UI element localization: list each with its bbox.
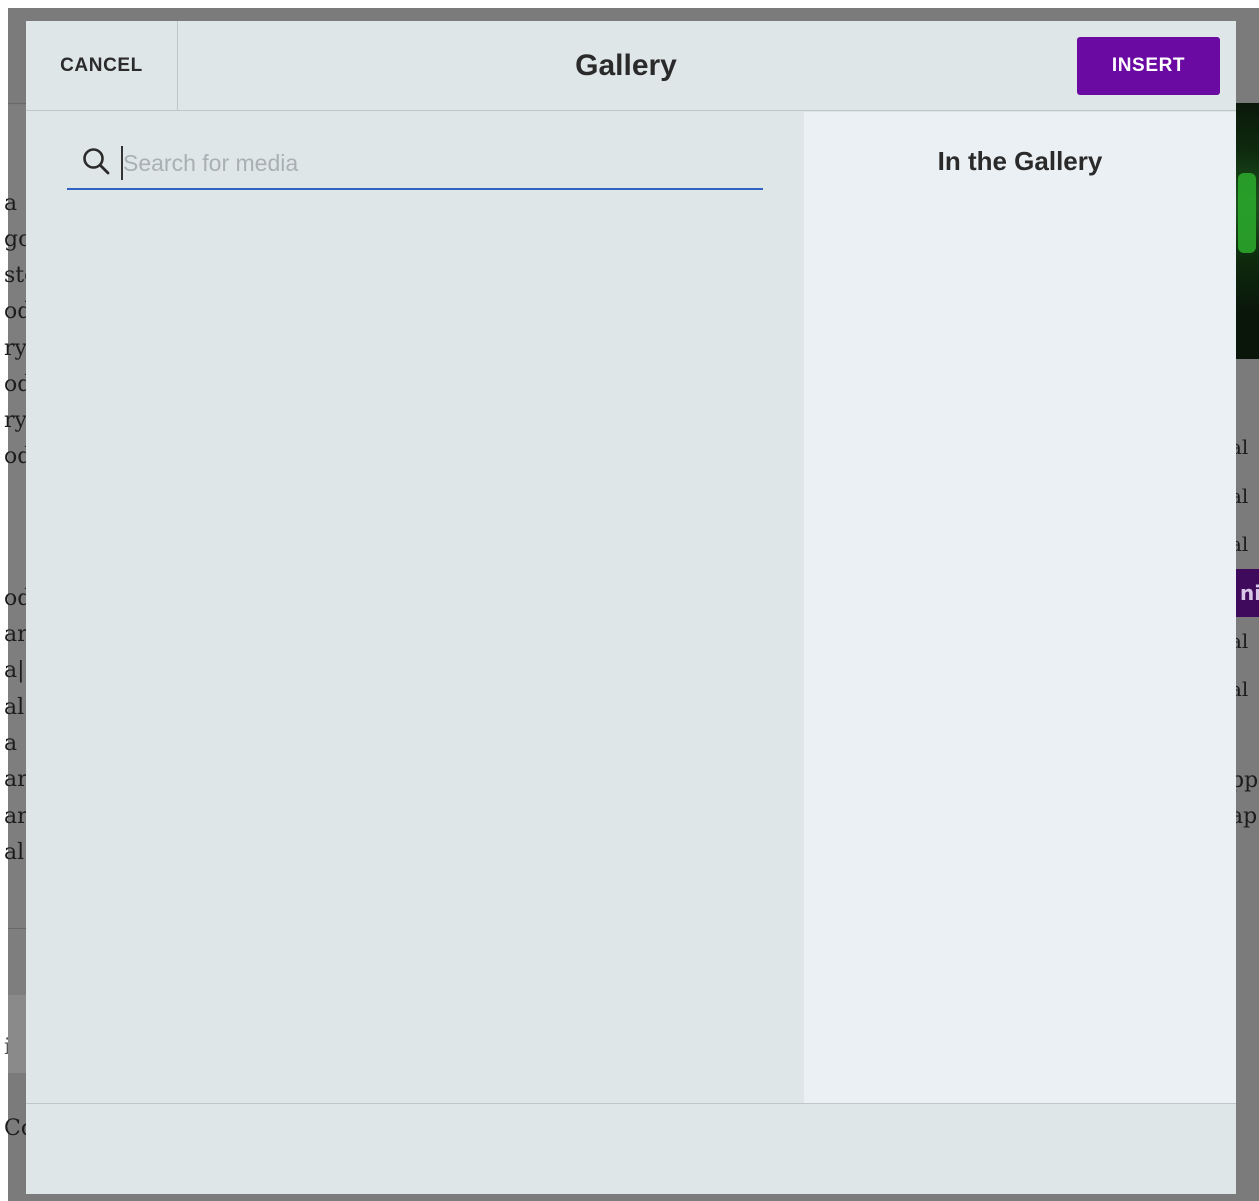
search-bar[interactable] — [67, 146, 763, 190]
background-text: a — [4, 191, 18, 216]
dialog-body: In the Gallery — [26, 112, 1236, 1103]
background-text: ar — [4, 622, 28, 647]
background-text: ar — [4, 767, 28, 792]
background-text: a — [4, 731, 18, 756]
background-text: ry — [4, 336, 27, 361]
gallery-dialog: CANCEL Gallery INSERT In the Gallery — [26, 21, 1236, 1194]
background-text: a| — [4, 658, 25, 683]
gallery-items-title: In the Gallery — [937, 146, 1103, 176]
background-thumbnail-image — [1236, 103, 1259, 359]
dialog-title: Gallery — [575, 49, 677, 82]
background-divider — [8, 103, 28, 104]
background-badge: ni — [1236, 569, 1259, 617]
gallery-items-pane: In the Gallery — [804, 112, 1236, 1103]
cancel-button[interactable]: CANCEL — [26, 21, 178, 110]
background-text: ry — [4, 408, 27, 433]
dialog-footer — [26, 1103, 1236, 1194]
background-text: ar — [4, 804, 28, 829]
search-icon — [83, 148, 110, 175]
dialog-header: CANCEL Gallery INSERT — [26, 21, 1236, 111]
background-text: al — [4, 840, 25, 865]
background-divider — [8, 928, 28, 929]
insert-button[interactable]: INSERT — [1077, 37, 1220, 95]
background-input-band — [8, 995, 28, 1073]
background-text: al — [4, 695, 25, 720]
search-input[interactable] — [121, 146, 741, 180]
background-badge-text: ni — [1240, 581, 1259, 605]
media-search-pane — [26, 112, 804, 1103]
